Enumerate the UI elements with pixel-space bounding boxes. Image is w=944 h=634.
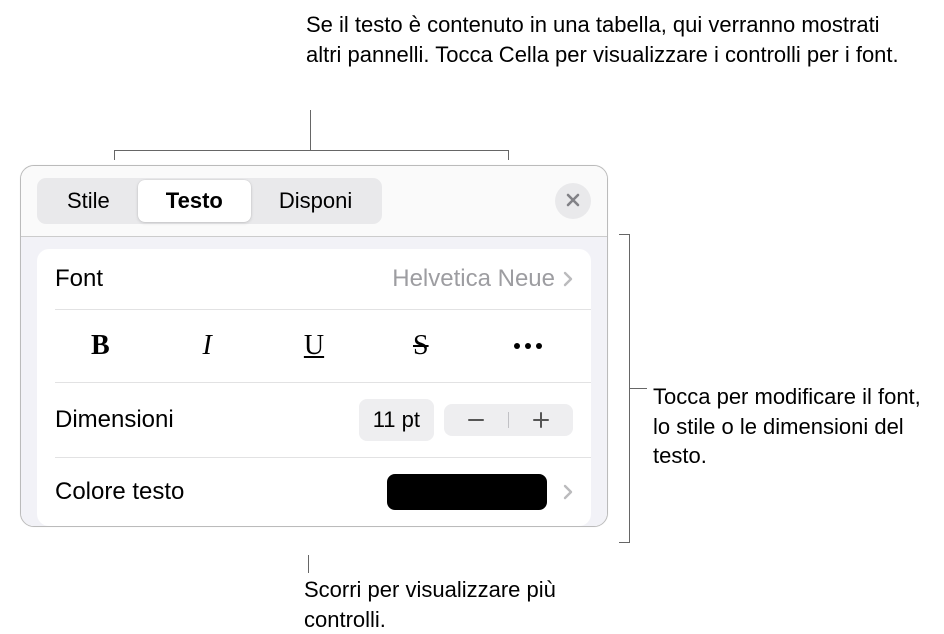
tab-disponi[interactable]: Disponi: [251, 180, 380, 222]
strikethrough-icon: S: [413, 330, 429, 362]
text-color-value-wrap: [387, 474, 573, 510]
color-swatch[interactable]: [387, 474, 547, 510]
size-value[interactable]: 11 pt: [359, 399, 434, 441]
text-color-label: Colore testo: [55, 478, 184, 506]
chevron-right-icon: [563, 484, 573, 500]
text-color-row[interactable]: Colore testo: [37, 458, 591, 526]
annotation-right-text: Tocca per modificare il font, lo stile o…: [653, 382, 943, 471]
tab-testo[interactable]: Testo: [138, 180, 251, 222]
callout-line: [629, 388, 647, 389]
panel-header: Stile Testo Disponi: [21, 166, 607, 237]
tabs-segmented-control: Stile Testo Disponi: [37, 178, 382, 224]
underline-button[interactable]: U: [261, 322, 368, 370]
underline-icon: U: [304, 330, 324, 362]
settings-card: Font Helvetica Neue B I U: [37, 249, 591, 526]
callout-line: [308, 555, 309, 573]
annotation-bottom-text: Scorri per visualizzare più controlli.: [304, 575, 604, 634]
size-label: Dimensioni: [55, 406, 174, 434]
strikethrough-button[interactable]: S: [367, 322, 474, 370]
close-button[interactable]: [555, 183, 591, 219]
more-icon: [514, 343, 542, 349]
size-decrease-button[interactable]: [444, 404, 508, 436]
size-increase-button[interactable]: [509, 404, 573, 436]
bold-button[interactable]: B: [47, 322, 154, 370]
callout-line: [310, 110, 311, 150]
callout-line: [508, 150, 509, 160]
text-style-row: B I U S: [37, 310, 591, 382]
chevron-right-icon: [563, 271, 573, 287]
size-row: Dimensioni 11 pt: [37, 383, 591, 457]
italic-icon: I: [203, 330, 212, 362]
font-row[interactable]: Font Helvetica Neue: [37, 249, 591, 309]
bold-icon: B: [91, 330, 110, 362]
callout-line: [114, 150, 115, 160]
callout-line: [619, 234, 630, 235]
format-panel: Stile Testo Disponi Font Helvetica Neue: [20, 165, 608, 527]
font-value-wrap: Helvetica Neue: [392, 265, 573, 293]
close-icon: [566, 190, 580, 213]
callout-line: [114, 150, 509, 151]
annotation-top-text: Se il testo è contenuto in una tabella, …: [306, 10, 906, 69]
italic-button[interactable]: I: [154, 322, 261, 370]
more-styles-button[interactable]: [474, 335, 581, 357]
font-value: Helvetica Neue: [392, 265, 555, 293]
callout-line: [619, 542, 630, 543]
panel-body: Font Helvetica Neue B I U: [21, 237, 607, 526]
size-controls: 11 pt: [359, 399, 573, 441]
size-stepper: [444, 404, 573, 436]
tab-stile[interactable]: Stile: [39, 180, 138, 222]
font-label: Font: [55, 265, 103, 293]
